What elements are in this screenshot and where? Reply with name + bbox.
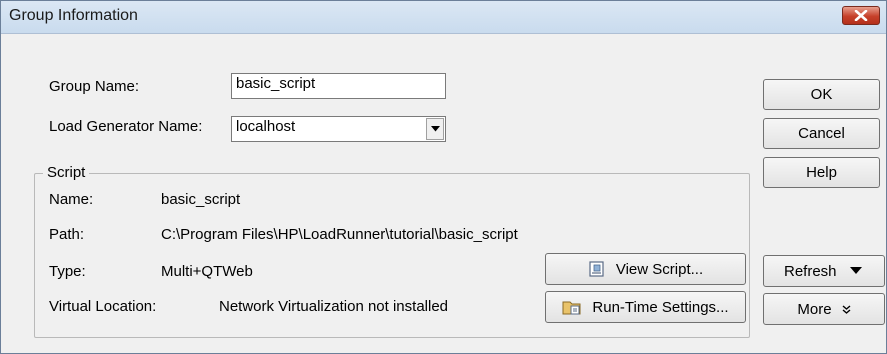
refresh-label: Refresh — [784, 262, 837, 280]
view-script-button[interactable]: View Script... — [545, 253, 746, 285]
group-information-dialog: Group Information Group Name: basic_scri… — [0, 0, 887, 354]
close-icon — [854, 10, 868, 21]
more-label: More — [797, 300, 832, 318]
script-path-label: Path: — [49, 226, 85, 243]
view-script-label: View Script... — [615, 260, 704, 278]
cancel-label: Cancel — [798, 125, 845, 142]
script-name-label: Name: — [49, 191, 94, 208]
load-generator-value: localhost — [236, 118, 296, 135]
chevron-down-icon — [430, 126, 440, 132]
double-chevron-down-icon — [842, 304, 851, 314]
runtime-settings-label: Run-Time Settings... — [592, 298, 729, 316]
dropdown-arrow-button[interactable] — [426, 118, 444, 140]
virtual-location-label: Virtual Location: — [49, 298, 157, 315]
help-button[interactable]: Help — [763, 157, 880, 188]
virtual-location-value: Network Virtualization not installed — [219, 298, 449, 315]
script-document-icon — [588, 260, 606, 278]
group-name-label: Group Name: — [49, 78, 140, 95]
load-generator-select[interactable]: localhost — [231, 116, 446, 142]
more-button[interactable]: More — [763, 293, 885, 325]
script-path-value: C:\Program Files\HP\LoadRunner\tutorial\… — [161, 226, 518, 243]
load-generator-label: Load Generator Name: — [49, 118, 203, 135]
script-type-label: Type: — [49, 263, 86, 280]
refresh-button[interactable]: Refresh — [763, 255, 885, 287]
chevron-down-icon — [849, 267, 862, 274]
help-label: Help — [806, 164, 837, 181]
script-type-value: Multi+QTWeb — [161, 263, 253, 280]
runtime-settings-button[interactable]: Run-Time Settings... — [545, 291, 746, 323]
script-name-value: basic_script — [161, 191, 241, 208]
group-name-input[interactable]: basic_script — [231, 73, 446, 99]
cancel-button[interactable]: Cancel — [763, 118, 880, 149]
title-bar: Group Information — [1, 1, 886, 34]
settings-folder-icon — [562, 298, 582, 316]
close-button[interactable] — [842, 6, 880, 25]
script-section-title: Script — [43, 164, 90, 181]
ok-label: OK — [810, 86, 833, 103]
ok-button[interactable]: OK — [763, 79, 880, 110]
dialog-title: Group Information — [9, 7, 138, 24]
